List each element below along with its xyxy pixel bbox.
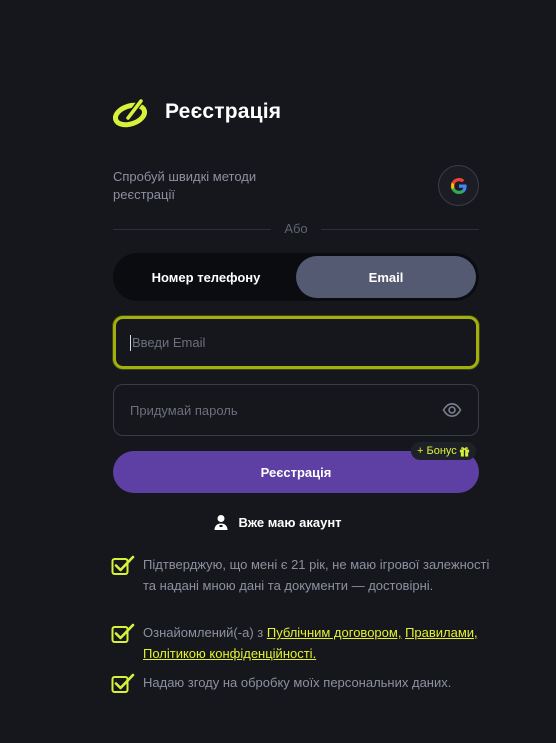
checkbox-checked-icon[interactable] [111,672,135,694]
signup-method-toggle: Номер телефону Email [113,253,479,301]
password-field[interactable] [113,384,479,436]
consent-terms-text: Ознайомлений(-а) з Публічним договором, … [143,622,491,664]
checkbox-checked-icon[interactable] [111,554,135,576]
checkbox-checked-icon[interactable] [111,622,135,644]
consent-data-text: Надаю згоду на обробку моїх персональних… [143,675,452,690]
eye-icon[interactable] [442,400,462,420]
privacy-policy-link[interactable]: Політикою конфіденційності. [143,646,316,661]
text-caret [130,334,131,351]
page-title: Реєстрація [165,100,282,123]
bonus-label: + Бонус [417,445,457,457]
consent-age: Підтверджую, що мені є 21 рік, не маю іг… [111,554,491,596]
email-field[interactable] [113,316,479,369]
have-account-link[interactable]: Вже маю акаунт [0,514,556,530]
tab-phone[interactable]: Номер телефону [116,256,296,298]
google-icon [450,177,467,194]
email-input[interactable] [132,335,462,350]
tab-email[interactable]: Email [296,256,476,298]
quick-methods-text: Спробуй швидкі методи реєстрації [113,169,257,202]
rules-link[interactable]: Правилами, [405,625,478,640]
header: Реєстрація [113,96,281,128]
gift-icon [459,446,469,457]
user-icon [214,515,228,530]
password-input[interactable] [130,402,442,418]
consent-data: Надаю згоду на обробку моїх персональних… [111,672,491,694]
public-contract-link[interactable]: Публічним договором, [267,625,402,640]
divider-line-right [321,229,479,230]
consent-terms-prefix: Ознайомлений(-а) з [143,625,267,640]
bonus-badge: + Бонус [411,442,476,460]
have-account-label: Вже маю акаунт [238,514,342,530]
consent-terms: Ознайомлений(-а) з Публічним договором, … [111,622,491,664]
google-signup-button[interactable] [438,165,479,206]
ball-logo-icon [113,99,148,128]
or-divider: Або [113,220,479,238]
consent-age-text: Підтверджую, що мені є 21 рік, не маю іг… [143,557,490,593]
